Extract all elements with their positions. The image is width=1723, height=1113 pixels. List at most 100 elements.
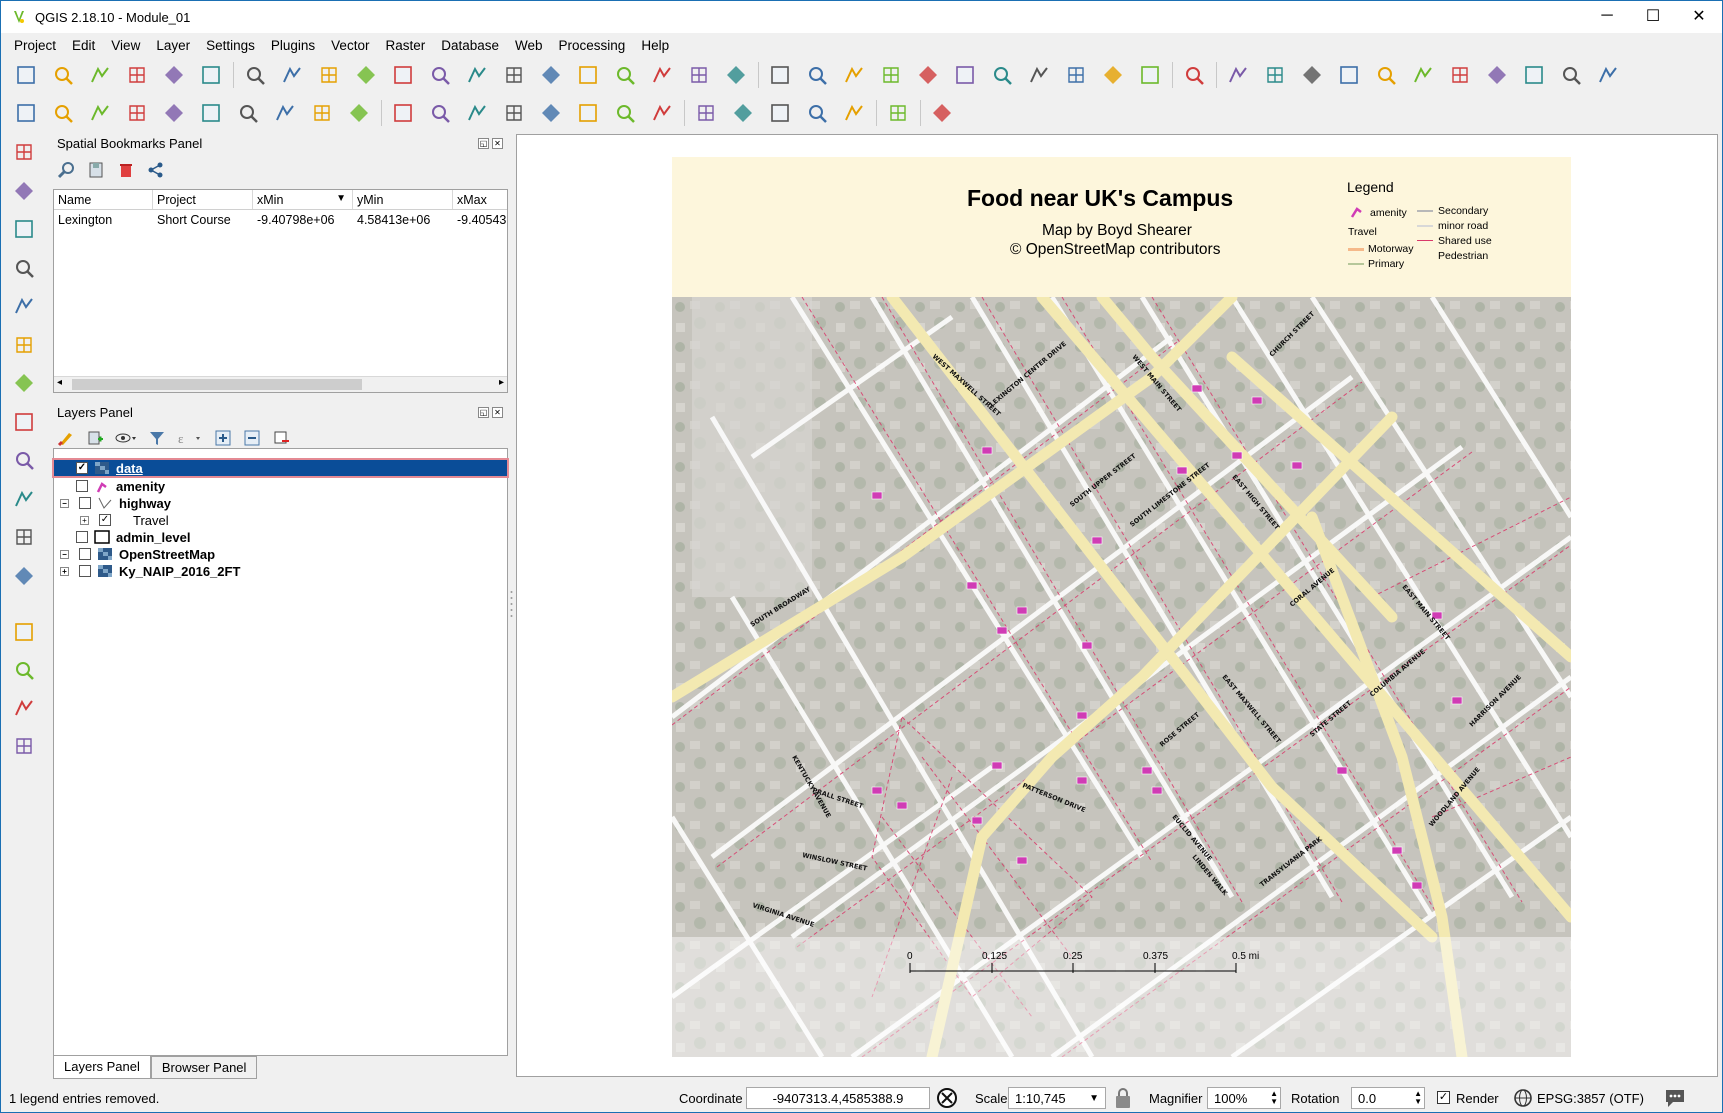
- grid-icon[interactable]: [1519, 60, 1549, 90]
- refresh-icon[interactable]: [721, 60, 751, 90]
- menu-view[interactable]: View: [103, 38, 148, 53]
- digitize-point-icon[interactable]: [9, 617, 39, 647]
- circle-icon[interactable]: [1556, 60, 1586, 90]
- map-canvas[interactable]: Food near UK's Campus Map by Boyd Sheare…: [516, 134, 1718, 1077]
- spin-arrows-icon[interactable]: ▲ ▼: [1270, 1090, 1278, 1106]
- label-abc-icon[interactable]: [388, 98, 418, 128]
- menu-plugins[interactable]: Plugins: [263, 38, 323, 53]
- diagram-icon[interactable]: [425, 98, 455, 128]
- tab-browser-panel[interactable]: Browser Panel: [150, 1056, 258, 1079]
- menu-layer[interactable]: Layer: [148, 38, 198, 53]
- db-export-icon[interactable]: [765, 98, 795, 128]
- coordinate-field[interactable]: -9407313.4,4585388.9: [746, 1087, 930, 1109]
- table-row[interactable]: Lexington Short Course -9.40798e+06 4.58…: [54, 210, 507, 230]
- layer-visibility-checkbox[interactable]: ✓: [76, 462, 88, 474]
- csw-icon[interactable]: [839, 98, 869, 128]
- column-header-ymin[interactable]: yMin: [353, 190, 453, 209]
- filter-expression-icon[interactable]: ε: [177, 429, 203, 447]
- select-features-icon[interactable]: [839, 60, 869, 90]
- column-header-xmin[interactable]: xMin ▼: [253, 190, 353, 209]
- layer-visibility-checkbox[interactable]: [79, 565, 91, 577]
- layer-visibility-checkbox[interactable]: ✓: [99, 514, 111, 526]
- copy-features-icon[interactable]: [307, 98, 337, 128]
- add-wcs-icon[interactable]: [9, 330, 39, 360]
- collapse-toggle[interactable]: −: [60, 549, 69, 559]
- delete-selected-icon[interactable]: [233, 98, 263, 128]
- help-icon[interactable]: [1179, 60, 1209, 90]
- deselect-icon[interactable]: [913, 60, 943, 90]
- spin-arrows-icon[interactable]: ▲ ▼: [1414, 1090, 1422, 1106]
- add-spatialite-icon[interactable]: [9, 214, 39, 244]
- zoom-to-bookmark-icon[interactable]: [57, 161, 75, 179]
- field-calculator-icon[interactable]: [987, 60, 1017, 90]
- add-oracle-icon[interactable]: [9, 484, 39, 514]
- action-icon[interactable]: [802, 60, 832, 90]
- horizontal-scrollbar[interactable]: ◂ ▸: [54, 376, 507, 392]
- close-button[interactable]: ✕: [1676, 1, 1722, 31]
- maximize-button[interactable]: ☐: [1630, 1, 1676, 31]
- expand-toggle[interactable]: +: [60, 566, 69, 576]
- close-panel-button[interactable]: ✕: [492, 407, 503, 418]
- move-feature-icon[interactable]: [159, 98, 189, 128]
- open-project-icon[interactable]: [48, 60, 78, 90]
- zoom-native-icon[interactable]: [425, 60, 455, 90]
- label-highlight-icon[interactable]: [462, 98, 492, 128]
- layer-visibility-checkbox[interactable]: [79, 548, 91, 560]
- node-tool-icon[interactable]: [196, 98, 226, 128]
- zoom-last-icon[interactable]: [573, 60, 603, 90]
- zoom-full-icon[interactable]: [462, 60, 492, 90]
- add-group-icon[interactable]: [86, 429, 104, 447]
- toggle-editing-icon[interactable]: [48, 98, 78, 128]
- collapse-toggle[interactable]: −: [60, 498, 69, 508]
- sun-plus-icon[interactable]: [1408, 60, 1438, 90]
- zoom-next-icon[interactable]: [610, 60, 640, 90]
- python-console-icon[interactable]: [883, 98, 913, 128]
- rotation-spinbox[interactable]: 0.0 ▲ ▼: [1351, 1087, 1425, 1109]
- new-print-composer-icon[interactable]: [159, 60, 189, 90]
- node-editor-icon[interactable]: [9, 655, 39, 685]
- menu-settings[interactable]: Settings: [198, 38, 263, 53]
- tab-layers-panel[interactable]: Layers Panel: [53, 1056, 151, 1079]
- globe-plus-icon[interactable]: [1482, 60, 1512, 90]
- layer-row-highway[interactable]: − highway: [54, 495, 507, 511]
- menu-project[interactable]: Project: [1, 38, 64, 53]
- expand-all-icon[interactable]: [214, 429, 232, 447]
- touch-zoom-icon[interactable]: [240, 60, 270, 90]
- statistics-icon[interactable]: [1024, 60, 1054, 90]
- add-feature-icon[interactable]: [122, 98, 152, 128]
- metasearch-icon[interactable]: [802, 98, 832, 128]
- add-wms-icon[interactable]: [9, 291, 39, 321]
- new-bookmark-icon[interactable]: [87, 161, 105, 179]
- column-header-project[interactable]: Project: [153, 190, 253, 209]
- float-panel-button[interactable]: ◱: [478, 138, 489, 149]
- sun-icon[interactable]: [1371, 60, 1401, 90]
- lock-scale-icon[interactable]: [1114, 1087, 1132, 1109]
- manage-themes-icon[interactable]: [115, 429, 137, 447]
- toggle-extents-icon[interactable]: [935, 1086, 959, 1110]
- layer-row-openstreetmap[interactable]: − OpenStreetMap: [54, 546, 507, 562]
- save-project-icon[interactable]: [85, 60, 115, 90]
- pan-to-selection-icon[interactable]: [314, 60, 344, 90]
- new-project-icon[interactable]: [11, 60, 41, 90]
- menu-raster[interactable]: Raster: [377, 38, 433, 53]
- add-wfs-icon[interactable]: [9, 368, 39, 398]
- map-view[interactable]: WEST MAXWELL STREET LEXINGTON CENTER DRI…: [672, 297, 1571, 1057]
- expand-toggle[interactable]: +: [80, 515, 89, 525]
- column-header-name[interactable]: Name: [54, 190, 153, 209]
- crs-globe-icon[interactable]: [1513, 1088, 1533, 1108]
- image-icon[interactable]: [1593, 60, 1623, 90]
- minimize-button[interactable]: ─: [1584, 1, 1630, 31]
- zoom-in-icon[interactable]: [351, 60, 381, 90]
- paste-features-icon[interactable]: [344, 98, 374, 128]
- menu-database[interactable]: Database: [433, 38, 507, 53]
- column-header-xmax[interactable]: xMax: [453, 190, 507, 209]
- messages-icon[interactable]: [1663, 1087, 1687, 1109]
- remove-layer-icon[interactable]: [272, 429, 290, 447]
- menu-web[interactable]: Web: [507, 38, 551, 53]
- layer-row-data[interactable]: ✓ data: [52, 458, 509, 478]
- add-postgis-icon[interactable]: [9, 253, 39, 283]
- scroll-left-arrow-icon[interactable]: ◂: [57, 377, 62, 388]
- zoom-selection-icon[interactable]: [499, 60, 529, 90]
- magnifier-spinbox[interactable]: 100% ▲ ▼: [1207, 1087, 1281, 1109]
- pan-icon[interactable]: [277, 60, 307, 90]
